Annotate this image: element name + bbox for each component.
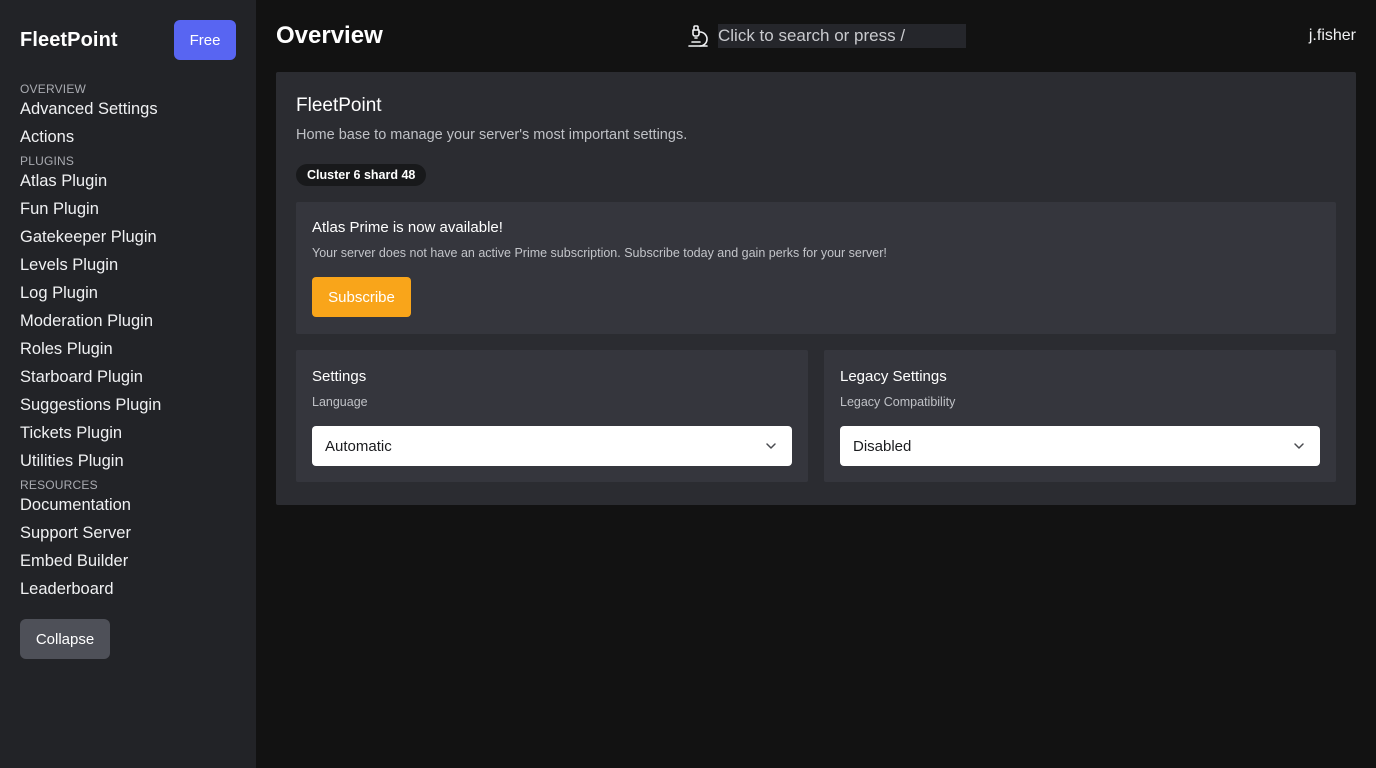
sidebar-item-starboard-plugin[interactable]: Starboard Plugin: [20, 365, 236, 393]
overview-card: FleetPoint Home base to manage your serv…: [276, 72, 1356, 505]
microscope-icon[interactable]: [686, 24, 710, 48]
sidebar-item-levels-plugin[interactable]: Levels Plugin: [20, 253, 236, 281]
brand-name[interactable]: FleetPoint: [20, 29, 118, 52]
prime-title: Atlas Prime is now available!: [312, 219, 503, 236]
nav-section-heading: RESOURCES: [20, 478, 98, 492]
sidebar-item-gatekeeper-plugin[interactable]: Gatekeeper Plugin: [20, 225, 236, 253]
legacy-compatibility-select[interactable]: Disabled: [840, 426, 1320, 466]
sidebar-item-tickets-plugin[interactable]: Tickets Plugin: [20, 421, 236, 449]
search-input[interactable]: [718, 24, 966, 48]
language-label: Language: [312, 395, 368, 409]
sidebar-item-leaderboard[interactable]: Leaderboard: [20, 577, 236, 605]
prime-text: Your server does not have an active Prim…: [312, 246, 887, 260]
search-bar[interactable]: [686, 23, 966, 49]
card-title: FleetPoint: [296, 95, 382, 116]
sidebar-item-utilities-plugin[interactable]: Utilities Plugin: [20, 449, 236, 477]
sidebar-item-atlas-plugin[interactable]: Atlas Plugin: [20, 169, 236, 197]
subscribe-button[interactable]: Subscribe: [312, 277, 411, 317]
chevron-down-icon: [766, 443, 776, 449]
sidebar-item-suggestions-plugin[interactable]: Suggestions Plugin: [20, 393, 236, 421]
legacy-settings-panel: Legacy Settings Legacy Compatibility Dis…: [824, 350, 1336, 482]
sidebar-nav: OVERVIEW Advanced Settings Actions PLUGINS A…: [20, 81, 236, 605]
nav-section-heading: PLUGINS: [20, 154, 75, 168]
page-title: Overview: [276, 22, 383, 49]
card-subtitle: Home base to manage your server's most i…: [296, 127, 688, 143]
sidebar-item-fun-plugin[interactable]: Fun Plugin: [20, 197, 236, 225]
language-select[interactable]: Automatic: [312, 426, 792, 466]
sidebar-item-actions[interactable]: Actions: [20, 125, 236, 153]
sidebar-item-moderation-plugin[interactable]: Moderation Plugin: [20, 309, 236, 337]
sidebar-item-embed-builder[interactable]: Embed Builder: [20, 549, 236, 577]
sidebar-item-log-plugin[interactable]: Log Plugin: [20, 281, 236, 309]
sidebar-item-roles-plugin[interactable]: Roles Plugin: [20, 337, 236, 365]
sidebar-item-advanced-settings[interactable]: Advanced Settings: [20, 97, 236, 125]
nav-section-heading: OVERVIEW: [20, 82, 87, 96]
settings-row: Settings Language Automatic Legacy Setti…: [296, 350, 1336, 482]
plan-button[interactable]: Free: [174, 20, 236, 60]
sidebar-item-support-server[interactable]: Support Server: [20, 521, 236, 549]
cluster-badge: Cluster 6 shard 48: [296, 164, 427, 186]
legacy-select-value: Disabled: [853, 437, 912, 455]
legacy-compatibility-label: Legacy Compatibility: [840, 395, 956, 409]
settings-panel: Settings Language Automatic: [296, 350, 808, 482]
prime-banner: Atlas Prime is now available! Your serve…: [296, 202, 1336, 334]
sidebar-item-documentation[interactable]: Documentation: [20, 493, 236, 521]
collapse-button[interactable]: Collapse: [20, 619, 110, 659]
legacy-settings-title: Legacy Settings: [840, 368, 947, 385]
chevron-down-icon: [1294, 443, 1304, 449]
brand-row: FleetPoint Free: [20, 20, 236, 60]
sidebar: FleetPoint Free OVERVIEW Advanced Setting…: [0, 0, 256, 768]
language-select-value: Automatic: [325, 437, 392, 455]
settings-title: Settings: [312, 368, 367, 385]
user-name[interactable]: j.fisher: [1309, 26, 1356, 46]
